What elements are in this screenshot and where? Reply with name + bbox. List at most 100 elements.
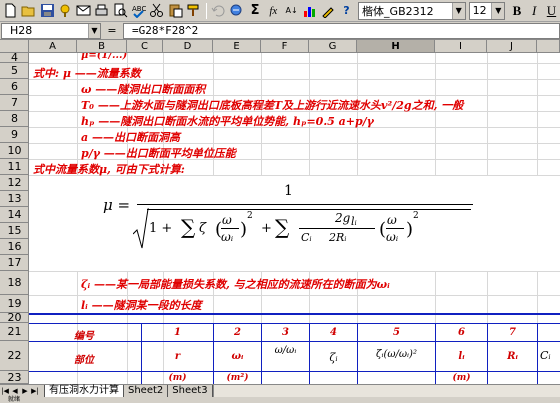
formula-lparen-2: (	[379, 219, 387, 240]
drawing-icon[interactable]	[320, 2, 337, 20]
font-size-select[interactable]: 12 ▼	[468, 1, 506, 20]
column-header-selected[interactable]: H	[357, 40, 435, 53]
underline-button[interactable]: U	[543, 2, 560, 20]
formula-zeta: ζ	[199, 221, 207, 236]
formula-sum2: ∑	[275, 215, 290, 239]
row-header[interactable]: 18	[0, 271, 29, 295]
table-header-cell: 5	[393, 327, 400, 338]
table-cell: ω/ωᵢ	[274, 345, 297, 356]
help-button[interactable]: ?	[338, 2, 355, 20]
sheet-tab[interactable]: Sheet2	[123, 384, 169, 398]
row-header[interactable]: 6	[0, 79, 29, 95]
cut-icon[interactable]	[148, 2, 165, 20]
column-header[interactable]: G	[309, 40, 357, 53]
formula-input[interactable]: =G28*F28^2	[123, 22, 560, 39]
sort-ascending-button[interactable]: A↓	[283, 2, 300, 20]
table-cell: lᵢ	[458, 351, 465, 362]
table-cell: r	[174, 351, 181, 362]
row-header[interactable]: 10	[0, 143, 29, 159]
font-name-select[interactable]: 楷体_GB2312 ▼	[358, 1, 466, 20]
help-icon: ?	[343, 4, 350, 17]
sort-icon: A↓	[285, 6, 298, 15]
spelling-icon[interactable]: ABC	[130, 2, 147, 20]
chevron-down-icon[interactable]: ▼	[451, 2, 465, 19]
formula-omega-i-den-2: ωᵢ	[386, 230, 399, 244]
row-header[interactable]: 20	[0, 312, 29, 323]
hyperlink-icon[interactable]	[228, 2, 245, 20]
worksheet-grid[interactable]: μ=(1/...) 式中: μ ——流量系数 ω ——隧洞出口断面面积 T₀ —…	[29, 53, 560, 384]
column-header[interactable]: C	[127, 40, 163, 53]
cell-text-row5: 式中: μ ——流量系数	[33, 67, 141, 80]
column-header[interactable]: A	[29, 40, 77, 53]
permission-icon[interactable]	[57, 2, 74, 20]
cell-text-row11: 式中流量系数μ, 可由下式计算:	[33, 163, 185, 176]
bold-button[interactable]: B	[508, 2, 525, 20]
row-header[interactable]: 14	[0, 207, 29, 223]
chevron-down-icon[interactable]: ▼	[88, 23, 100, 38]
row-header[interactable]: 21	[0, 323, 29, 341]
column-header[interactable]: D	[163, 40, 213, 53]
row-header[interactable]: 9	[0, 127, 29, 143]
row-header[interactable]: 23	[0, 371, 29, 384]
row-header[interactable]: 15	[0, 223, 29, 239]
print-preview-icon[interactable]	[112, 2, 129, 20]
fraction-bar	[137, 204, 473, 205]
column-header[interactable]: J	[487, 40, 537, 53]
insert-function-button[interactable]: fx	[265, 2, 282, 20]
name-box[interactable]: H28 ▼	[1, 22, 101, 39]
table-header-cell: 3	[282, 327, 289, 338]
column-headers: A B C D E F G H I J	[0, 40, 560, 53]
excel-window: { "toolbar": { "font_name": "楷体_GB2312",…	[0, 0, 560, 403]
sheet-tab[interactable]: Sheet3	[167, 384, 213, 398]
row-header[interactable]: 16	[0, 239, 29, 255]
chevron-down-icon[interactable]: ▼	[491, 2, 505, 19]
last-sheet-icon[interactable]: ▶|	[30, 386, 40, 397]
gridline	[29, 63, 560, 64]
formula-lhs: μ =	[103, 196, 131, 214]
table-cell: Rᵢ	[507, 351, 518, 362]
first-sheet-icon[interactable]: |◀	[0, 386, 10, 397]
horizontal-scrollbar[interactable]	[212, 384, 560, 398]
row-header[interactable]: 13	[0, 191, 29, 207]
fraction-bar	[221, 228, 239, 229]
next-sheet-icon[interactable]: ▶	[20, 386, 30, 397]
column-header[interactable]: E	[213, 40, 261, 53]
email-icon[interactable]	[75, 2, 92, 20]
column-header[interactable]: B	[77, 40, 127, 53]
row-header[interactable]: 17	[0, 255, 29, 271]
table-cell: ζᵢ(ω/ωᵢ)²	[376, 349, 417, 360]
table-cell: ζᵢ	[329, 351, 338, 364]
cell-text-row4: μ=(1/...)	[81, 53, 128, 61]
column-header[interactable]: I	[435, 40, 487, 53]
row-header[interactable]: 8	[0, 111, 29, 127]
formula-image-area	[30, 176, 560, 271]
row-header[interactable]: 11	[0, 159, 29, 175]
paste-icon[interactable]	[166, 2, 183, 20]
italic-button[interactable]: I	[526, 2, 543, 20]
formula-omega-i-den: ωᵢ	[221, 230, 234, 244]
cell-text-row8: hₚ ——隧洞出口断面水流的平均单位势能, hₚ=0.5 a+p/γ	[81, 115, 374, 128]
save-icon[interactable]	[39, 2, 56, 20]
print-icon[interactable]	[93, 2, 110, 20]
undo-icon[interactable]	[210, 2, 227, 20]
autosum-button[interactable]: Σ	[246, 2, 263, 20]
column-header[interactable]	[537, 40, 560, 53]
gridline	[29, 271, 560, 272]
row-header[interactable]: 22	[0, 341, 29, 371]
chart-wizard-icon[interactable]	[301, 2, 318, 20]
formula-2g: 2g	[335, 211, 351, 225]
status-bar: 就绪	[0, 397, 560, 403]
formula-equals-icon: =	[107, 24, 117, 37]
formula-numerator: 1	[284, 183, 293, 199]
row-header[interactable]: 5	[0, 63, 29, 79]
row-header[interactable]: 7	[0, 95, 29, 111]
table-border	[537, 323, 538, 384]
row-header[interactable]: 12	[0, 175, 29, 191]
column-header[interactable]: F	[261, 40, 309, 53]
row-header[interactable]: 4	[0, 52, 29, 63]
open-icon[interactable]	[20, 2, 37, 20]
sheet-tab-active[interactable]: 有压洞水力计算	[44, 384, 124, 398]
prev-sheet-icon[interactable]: ◀	[10, 386, 20, 397]
format-painter-icon[interactable]	[185, 2, 202, 20]
new-icon[interactable]	[2, 2, 19, 20]
